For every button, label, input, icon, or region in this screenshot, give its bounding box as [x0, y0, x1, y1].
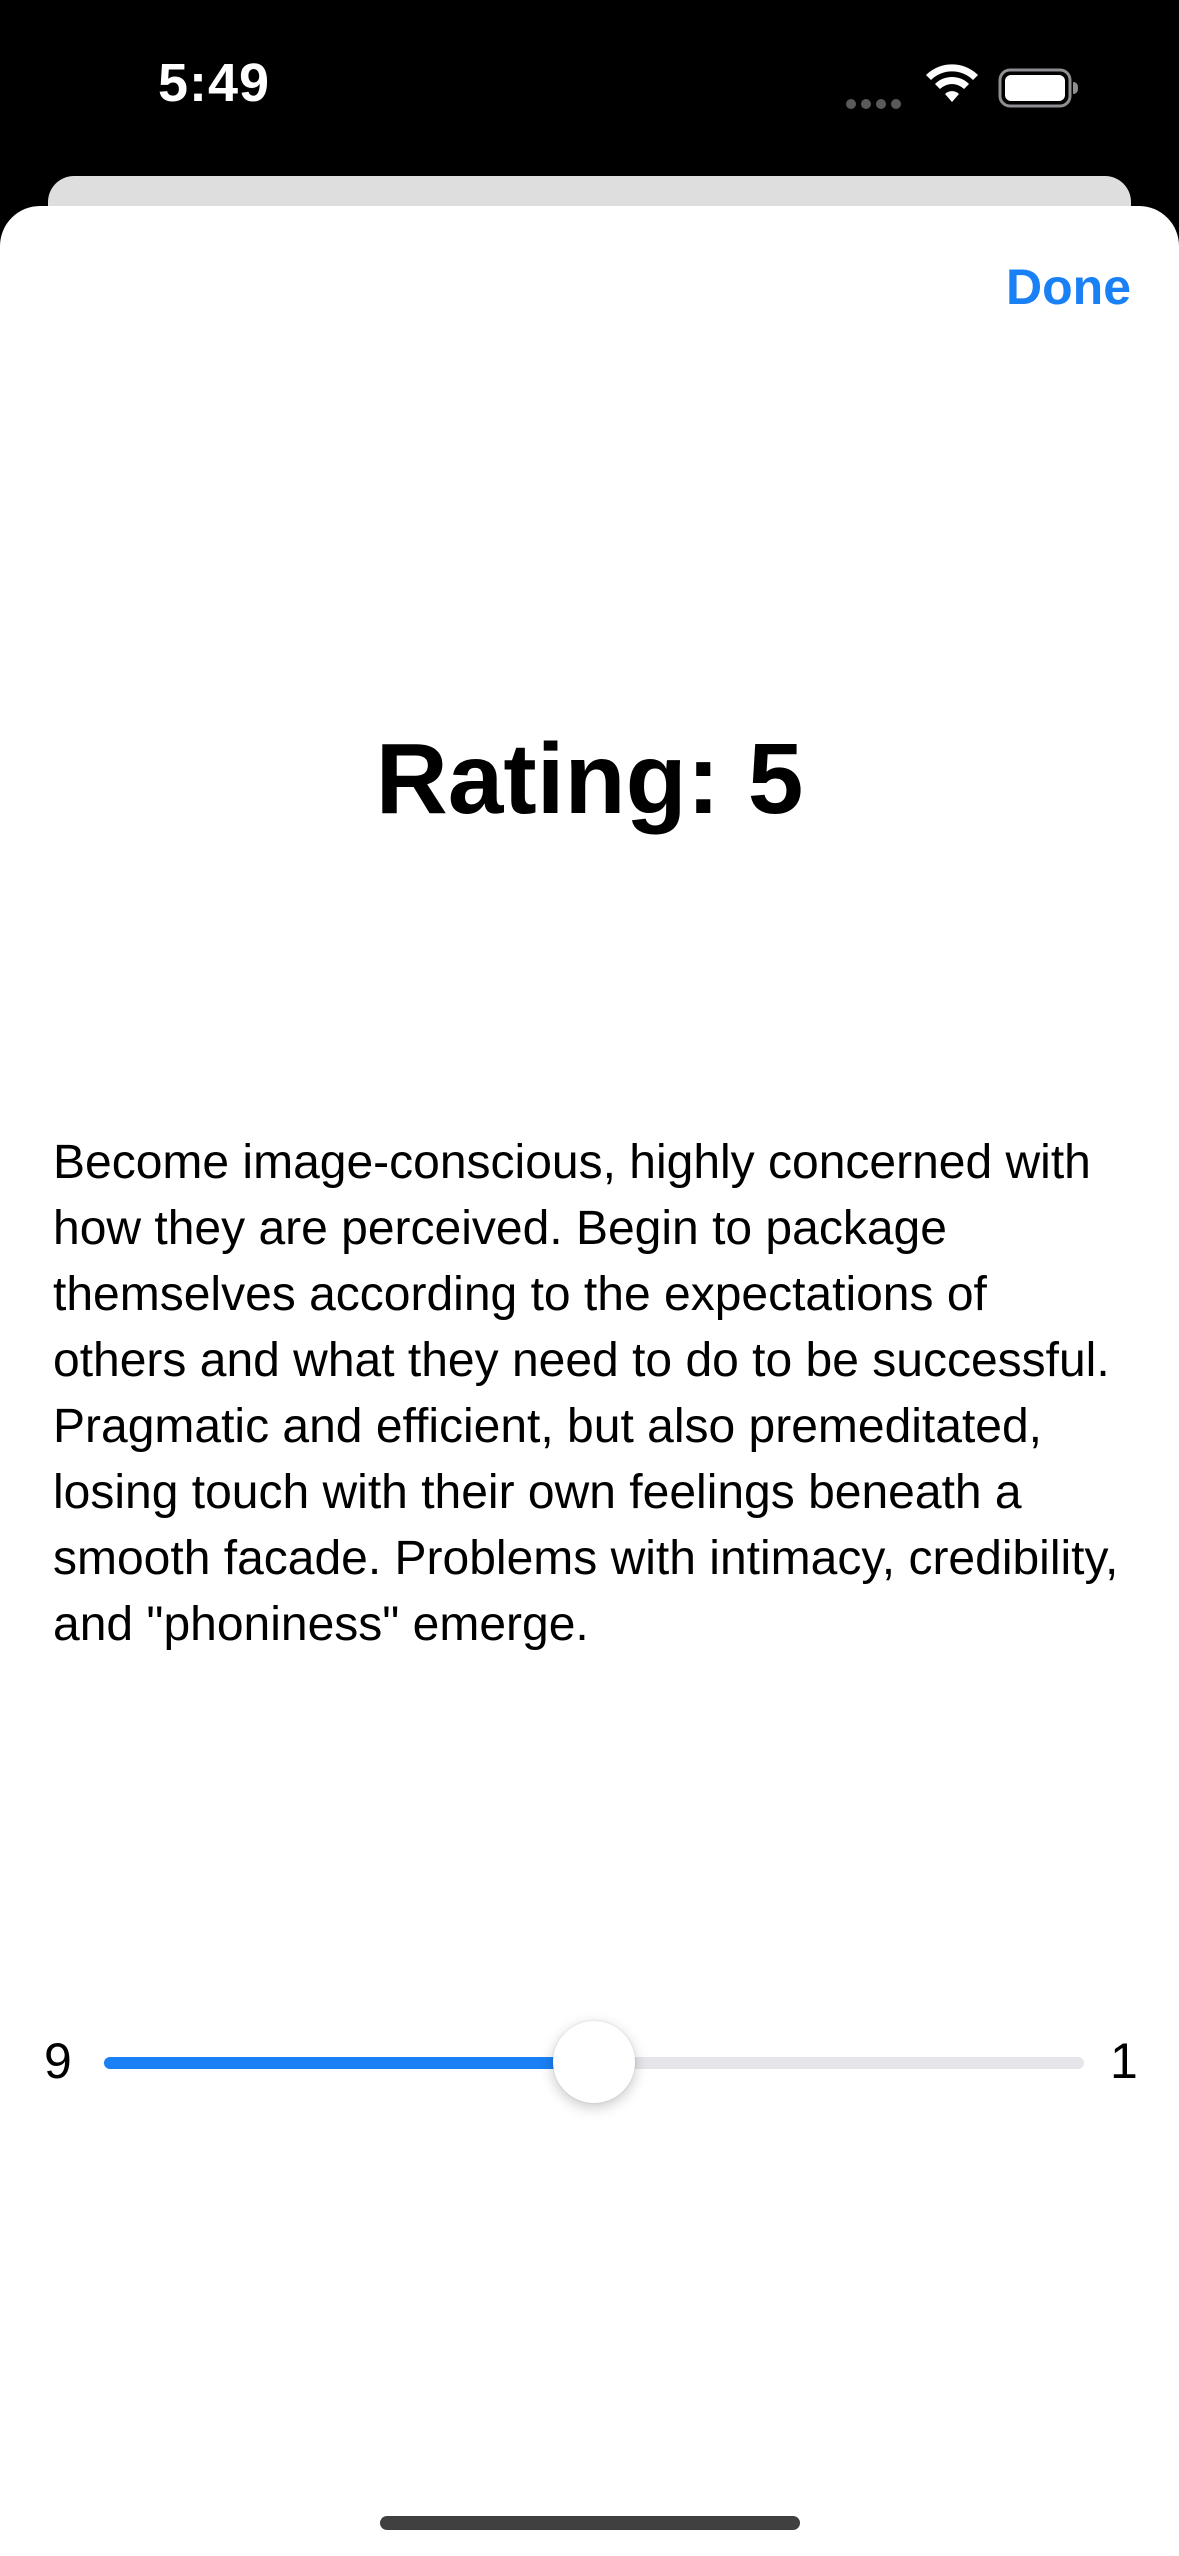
slider-max-label: 1	[1110, 2033, 1138, 2089]
done-button[interactable]: Done	[1006, 258, 1131, 316]
rating-slider-thumb[interactable]	[553, 2021, 635, 2103]
rating-title: Rating: 5	[375, 723, 804, 835]
rating-description: Become image-conscious, highly concerned…	[53, 1136, 1119, 1651]
battery-icon	[998, 68, 1078, 108]
slider-min-label: 9	[44, 2033, 72, 2089]
status-time: 5:49	[158, 53, 271, 113]
home-indicator	[380, 2516, 800, 2530]
wifi-icon	[926, 64, 978, 102]
rating-slider-fill	[104, 2057, 594, 2069]
signal-dots-icon	[846, 96, 906, 109]
status-bar: 5:49	[0, 0, 1179, 180]
